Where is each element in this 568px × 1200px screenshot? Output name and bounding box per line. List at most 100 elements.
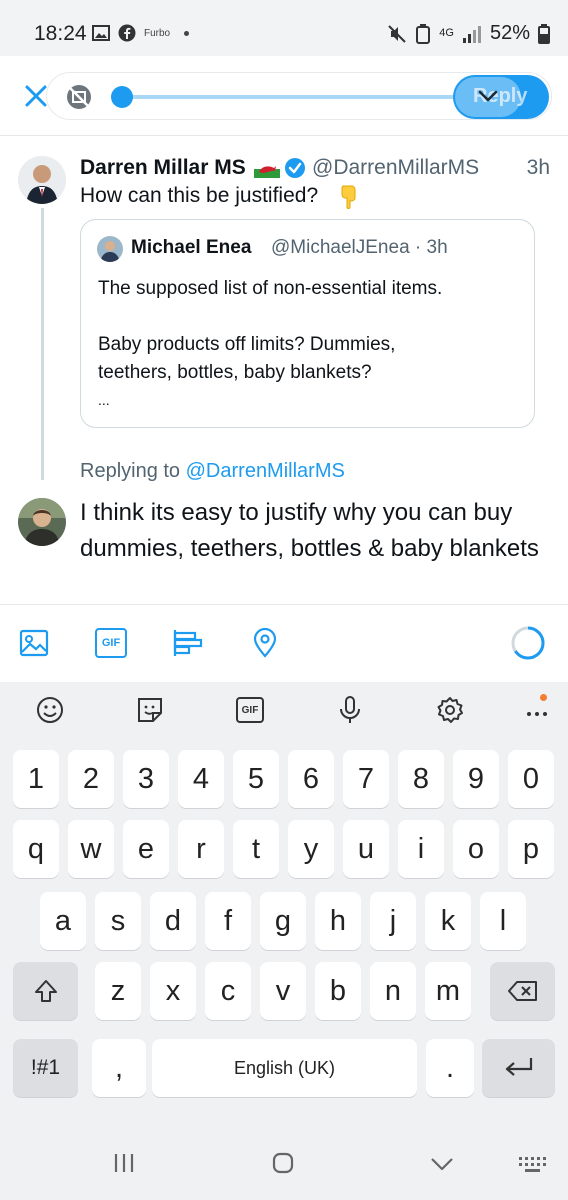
wales-flag-icon	[254, 160, 280, 178]
quoted-author-handle: @MichaelJEnea · 3h	[271, 237, 448, 258]
key-8[interactable]: 8	[398, 750, 444, 808]
quoted-tweet-card[interactable]: Michael Enea @MichaelJEnea · 3h The supp…	[80, 219, 535, 428]
shift-icon	[34, 980, 57, 1002]
replying-to-handle[interactable]: @DarrenMillarMS	[186, 460, 345, 482]
key-n[interactable]: n	[370, 962, 416, 1020]
more-options-icon[interactable]	[522, 694, 554, 726]
key-m[interactable]: m	[425, 962, 471, 1020]
verified-badge-icon	[285, 158, 305, 178]
reply-text-input[interactable]: I think its easy to justify why you can …	[80, 495, 550, 567]
quoted-text-ellipsis: ...	[98, 392, 110, 408]
settings-gear-icon[interactable]	[434, 694, 466, 726]
replying-to: Replying to @DarrenMillarMS	[80, 460, 345, 482]
person-avatar-icon	[97, 236, 123, 262]
key-z[interactable]: z	[95, 962, 141, 1020]
symbols-key[interactable]: !#1	[13, 1039, 78, 1097]
key-g[interactable]: g	[260, 892, 306, 950]
author-name[interactable]: Darren Millar MS	[80, 156, 246, 180]
tweet-text: How can this be justified?	[80, 184, 319, 207]
poll-icon[interactable]	[172, 627, 204, 659]
key-a[interactable]: a	[40, 892, 86, 950]
author-handle[interactable]: @DarrenMillarMS	[312, 156, 479, 180]
key-d[interactable]: d	[150, 892, 196, 950]
recycle-battery-icon	[416, 23, 431, 44]
network-type: 4G	[439, 27, 454, 39]
progress-thumb[interactable]	[111, 86, 133, 108]
no-image-icon	[67, 85, 91, 109]
thread-line	[41, 208, 44, 480]
key-7[interactable]: 7	[343, 750, 389, 808]
pointing-down-emoji-icon	[341, 185, 356, 209]
key-v[interactable]: v	[260, 962, 306, 1020]
user-avatar[interactable]	[18, 498, 66, 546]
quoted-text-line: teethers, bottles, baby blankets?	[98, 362, 372, 383]
upload-progress-bar: Reply	[46, 72, 552, 120]
comma-key[interactable]: ,	[92, 1039, 146, 1097]
key-3[interactable]: 3	[123, 750, 169, 808]
key-p[interactable]: p	[508, 820, 554, 878]
key-o[interactable]: o	[453, 820, 499, 878]
key-c[interactable]: c	[205, 962, 251, 1020]
shift-key[interactable]	[13, 962, 78, 1020]
battery-percent: 52%	[489, 22, 530, 44]
key-x[interactable]: x	[150, 962, 196, 1020]
image-icon[interactable]	[18, 627, 50, 659]
key-9[interactable]: 9	[453, 750, 499, 808]
home-icon[interactable]	[272, 1152, 294, 1174]
location-icon[interactable]	[249, 627, 281, 659]
enter-icon	[505, 1058, 532, 1076]
chevron-down-icon[interactable]	[430, 1156, 454, 1172]
key-i[interactable]: i	[398, 820, 444, 878]
key-6[interactable]: 6	[288, 750, 334, 808]
compose-toolbar: GIF	[0, 604, 568, 682]
key-4[interactable]: 4	[178, 750, 224, 808]
key-y[interactable]: y	[288, 820, 334, 878]
emoji-icon[interactable]	[34, 694, 66, 726]
notification-dot-icon	[184, 30, 190, 36]
recent-apps-icon[interactable]	[112, 1152, 136, 1174]
person-avatar-icon	[18, 498, 66, 546]
key-u[interactable]: u	[343, 820, 389, 878]
backspace-key[interactable]	[490, 962, 555, 1020]
compose-header: Reply	[0, 56, 568, 136]
key-q[interactable]: q	[13, 820, 59, 878]
key-s[interactable]: s	[95, 892, 141, 950]
space-key[interactable]: English (UK)	[152, 1039, 417, 1097]
sticker-icon[interactable]	[134, 694, 166, 726]
key-l[interactable]: l	[480, 892, 526, 950]
key-f[interactable]: f	[205, 892, 251, 950]
battery-icon	[538, 23, 550, 44]
quoted-text-line: Baby products off limits? Dummies,	[98, 334, 396, 355]
key-2[interactable]: 2	[68, 750, 114, 808]
key-k[interactable]: k	[425, 892, 471, 950]
author-avatar[interactable]	[18, 156, 66, 204]
quoted-author-name: Michael Enea	[131, 237, 252, 258]
key-1[interactable]: 1	[13, 750, 59, 808]
key-0[interactable]: 0	[508, 750, 554, 808]
character-count-ring-icon	[511, 626, 545, 660]
key-e[interactable]: e	[123, 820, 169, 878]
chevron-down-icon[interactable]	[475, 83, 501, 109]
facebook-icon	[118, 24, 136, 42]
key-r[interactable]: r	[178, 820, 224, 878]
key-5[interactable]: 5	[233, 750, 279, 808]
keyboard: GIF 1234567890 qwertyuiop asdfghjkl zxcv…	[0, 682, 568, 1200]
reply-button[interactable]: Reply	[453, 75, 549, 119]
gif-button[interactable]: GIF	[95, 628, 127, 658]
key-h[interactable]: h	[315, 892, 361, 950]
backspace-icon	[507, 981, 537, 1001]
notification-dot	[540, 694, 547, 701]
microphone-icon[interactable]	[334, 694, 366, 726]
keyboard-switch-icon[interactable]	[518, 1156, 546, 1174]
tweet-time: 3h	[526, 156, 550, 179]
key-j[interactable]: j	[370, 892, 416, 950]
quoted-author-avatar	[97, 236, 123, 262]
signal-icon	[462, 25, 481, 43]
period-key[interactable]: .	[426, 1039, 474, 1097]
key-w[interactable]: w	[68, 820, 114, 878]
enter-key[interactable]	[482, 1039, 555, 1097]
key-b[interactable]: b	[315, 962, 361, 1020]
keyboard-gif-button[interactable]: GIF	[236, 697, 264, 723]
key-t[interactable]: t	[233, 820, 279, 878]
person-avatar-icon	[18, 156, 66, 204]
